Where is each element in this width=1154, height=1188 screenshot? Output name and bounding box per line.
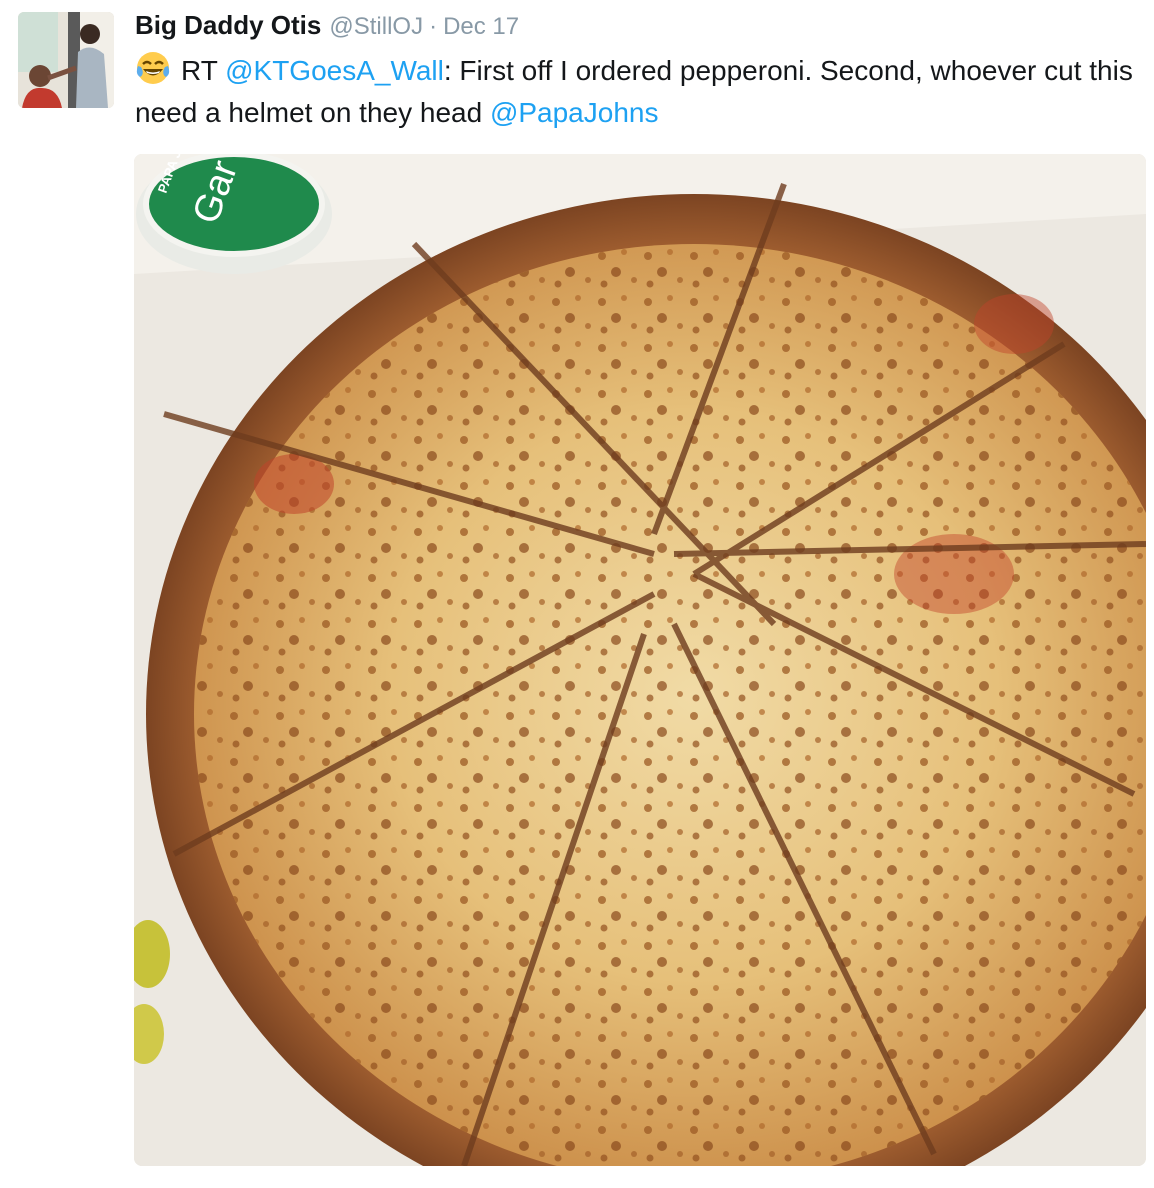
tweet-text: RT @KTGoesA_Wall: First off I ordered pe… bbox=[135, 50, 1135, 134]
rt-prefix: RT bbox=[181, 55, 226, 86]
face-with-tears-of-joy-icon bbox=[136, 52, 170, 84]
separator-dot: · bbox=[429, 13, 438, 40]
tweet-date[interactable]: Dec 17 bbox=[443, 13, 519, 41]
author-handle[interactable]: @StillOJ bbox=[329, 13, 423, 41]
author-name[interactable]: Big Daddy Otis bbox=[135, 10, 321, 41]
pizza-photo: PAPA JOHNS Gar bbox=[134, 154, 1146, 1166]
mention-ktgoesa-wall[interactable]: @KTGoesA_Wall bbox=[225, 55, 444, 86]
avatar[interactable] bbox=[18, 12, 114, 108]
tweet: Big Daddy Otis @StillOJ · Dec 17 RT @KTG… bbox=[0, 0, 1154, 1188]
mention-papajohns[interactable]: @PapaJohns bbox=[490, 97, 659, 128]
avatar-image bbox=[18, 12, 114, 108]
tweet-photo[interactable]: PAPA JOHNS Gar bbox=[134, 154, 1146, 1166]
tweet-header: Big Daddy Otis @StillOJ · Dec 17 bbox=[135, 10, 519, 44]
